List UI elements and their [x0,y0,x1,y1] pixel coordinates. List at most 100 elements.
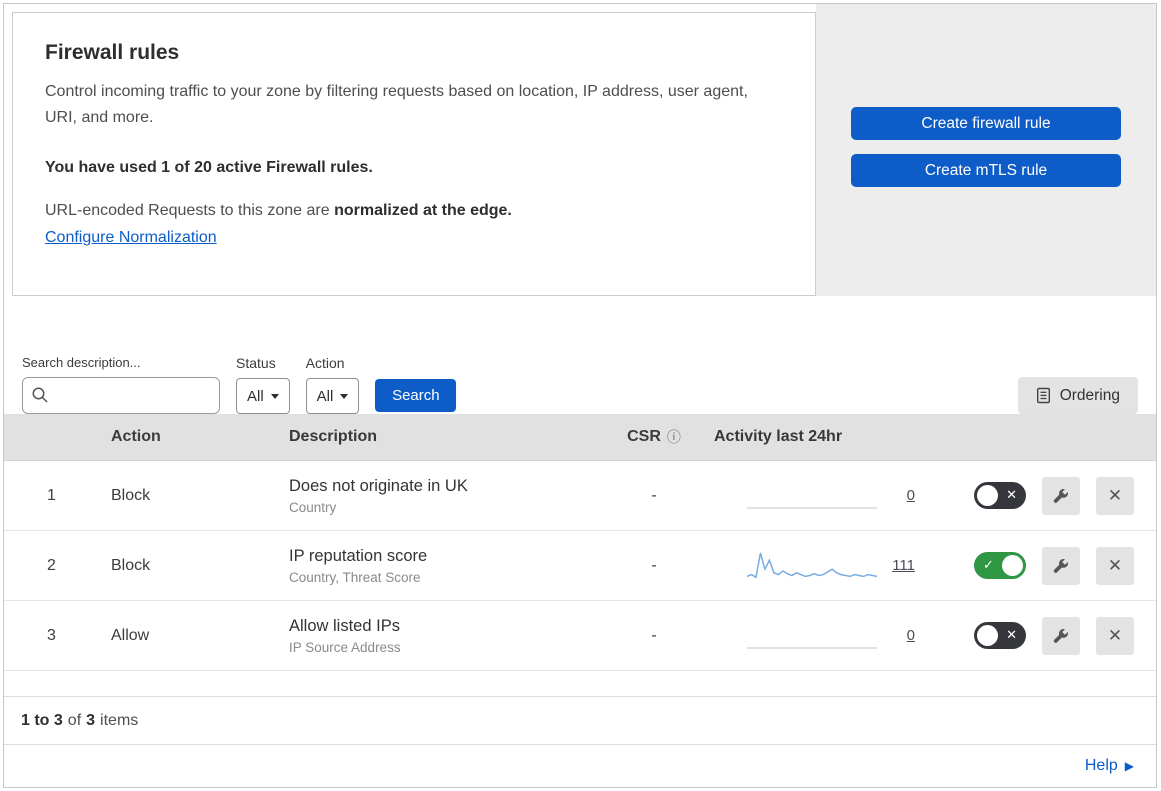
rule-activity-cell: 0 [714,478,929,514]
configure-normalization-link[interactable]: Configure Normalization [45,229,217,247]
wrench-icon [1053,558,1068,573]
rule-enabled-toggle[interactable]: ✕ [974,482,1026,509]
delete-rule-button[interactable]: ✕ [1096,616,1134,655]
activity-sparkline [747,506,877,509]
search-field: Search description... [22,355,220,414]
rule-description-cell: Allow listed IPs IP Source Address [269,617,594,655]
chevron-right-icon: ▶ [1124,759,1134,773]
list-icon [1036,387,1050,404]
close-icon: ✕ [1107,625,1123,646]
rule-subtitle: IP Source Address [289,639,401,655]
rule-description-cell: Does not originate in UK Country [269,477,594,515]
action-label: Action [305,355,345,371]
items-label: items [100,711,139,729]
toggle-state-icon: ✓ [983,557,994,573]
close-icon: ✕ [1107,485,1123,506]
filter-bar: Search description... Status All Action … [4,296,1156,414]
edit-rule-button[interactable] [1042,476,1080,515]
rule-title: Does not originate in UK [289,476,468,495]
table-bottom-spacer [4,671,1156,697]
items-total: 3 [86,711,96,729]
pagination-summary: 1 to 3 of 3 items [4,697,1156,745]
intro-section: Firewall rules Control incoming traffic … [4,4,1156,296]
toggle-state-icon: ✕ [1006,487,1017,503]
rule-priority: 3 [47,626,56,644]
rule-activity-cell: 111 [714,548,929,584]
table-row: 3 Allow Allow listed IPs IP Source Addre… [4,601,1156,671]
rule-controls: ✕ ✕ [929,476,1156,515]
rule-subtitle: Country [289,499,337,515]
rule-action: Block [111,556,151,574]
create-firewall-rule-button[interactable]: Create firewall rule [851,107,1121,140]
rule-csr: - [651,486,657,504]
activity-count-link[interactable]: 0 [889,487,915,504]
search-icon [32,387,48,403]
items-range: 1 to 3 [21,711,63,729]
rule-priority: 1 [47,486,56,504]
search-input[interactable] [22,377,220,414]
action-dropdown-value: All [316,387,334,405]
chevron-down-icon [340,393,349,399]
help-bar: Help ▶ [4,745,1156,787]
rule-enabled-toggle[interactable]: ✕ [974,622,1026,649]
rule-description-cell: IP reputation score Country, Threat Scor… [269,547,594,585]
delete-rule-button[interactable]: ✕ [1096,546,1134,585]
rule-title: Allow listed IPs [289,616,400,635]
activity-count-link[interactable]: 111 [889,557,915,574]
rule-priority: 2 [47,556,56,574]
normalization-note: URL-encoded Requests to this zone are no… [45,202,783,220]
action-panel: Create firewall rule Create mTLS rule [816,4,1156,296]
search-input-wrap [22,377,220,414]
header-action: Action [111,428,161,445]
items-of-label: of [67,711,82,729]
toggle-knob [977,485,998,506]
search-button[interactable]: Search [375,379,457,412]
rule-title: IP reputation score [289,546,428,565]
status-dropdown-value: All [247,387,264,405]
ordering-button[interactable]: Ordering [1017,377,1138,414]
toggle-knob [1002,555,1023,576]
help-label: Help [1084,757,1118,774]
help-link[interactable]: Help ▶ [1085,757,1134,775]
intro-card: Firewall rules Control incoming traffic … [12,12,816,296]
delete-rule-button[interactable]: ✕ [1096,476,1134,515]
table-header: Action Description CSR ⓘ Activity last 2… [4,414,1156,461]
header-csr-label: CSR [627,428,661,445]
rule-enabled-toggle[interactable]: ✓ [974,552,1026,579]
status-filter: Status All [236,355,290,414]
wrench-icon [1053,488,1068,503]
close-icon: ✕ [1107,555,1123,576]
rule-controls: ✕ ✕ [929,616,1156,655]
normalization-emphasis: normalized at the edge. [334,201,512,219]
action-dropdown[interactable]: All [305,378,360,414]
edit-rule-button[interactable] [1042,616,1080,655]
create-mtls-rule-button[interactable]: Create mTLS rule [851,154,1121,187]
header-csr: CSR ⓘ [594,427,714,447]
search-label: Search description... [22,355,141,370]
normalization-text: URL-encoded Requests to this zone are [45,201,330,219]
toggle-state-icon: ✕ [1006,627,1017,643]
status-dropdown[interactable]: All [236,378,290,414]
rule-action: Allow [111,626,150,644]
header-description: Description [289,428,378,445]
chevron-down-icon [270,393,279,399]
table-row: 1 Block Does not originate in UK Country… [4,461,1156,531]
rule-csr: - [651,626,657,644]
rule-controls: ✓ ✕ [929,546,1156,585]
rule-subtitle: Country, Threat Score [289,569,421,585]
page-title: Firewall rules [45,41,180,64]
page-description: Control incoming traffic to your zone by… [45,83,748,126]
rule-csr: - [651,556,657,574]
wrench-icon [1053,628,1068,643]
activity-sparkline [747,552,877,579]
activity-sparkline [747,646,877,649]
usage-summary: You have used 1 of 20 active Firewall ru… [45,158,373,176]
action-filter: Action All [305,355,360,414]
ordering-button-label: Ordering [1059,386,1120,404]
activity-count-link[interactable]: 0 [889,627,915,644]
info-icon[interactable]: ⓘ [667,427,681,447]
edit-rule-button[interactable] [1042,546,1080,585]
toggle-knob [977,625,998,646]
table-row: 2 Block IP reputation score Country, Thr… [4,531,1156,601]
firewall-rules-page: Firewall rules Control incoming traffic … [3,3,1157,788]
